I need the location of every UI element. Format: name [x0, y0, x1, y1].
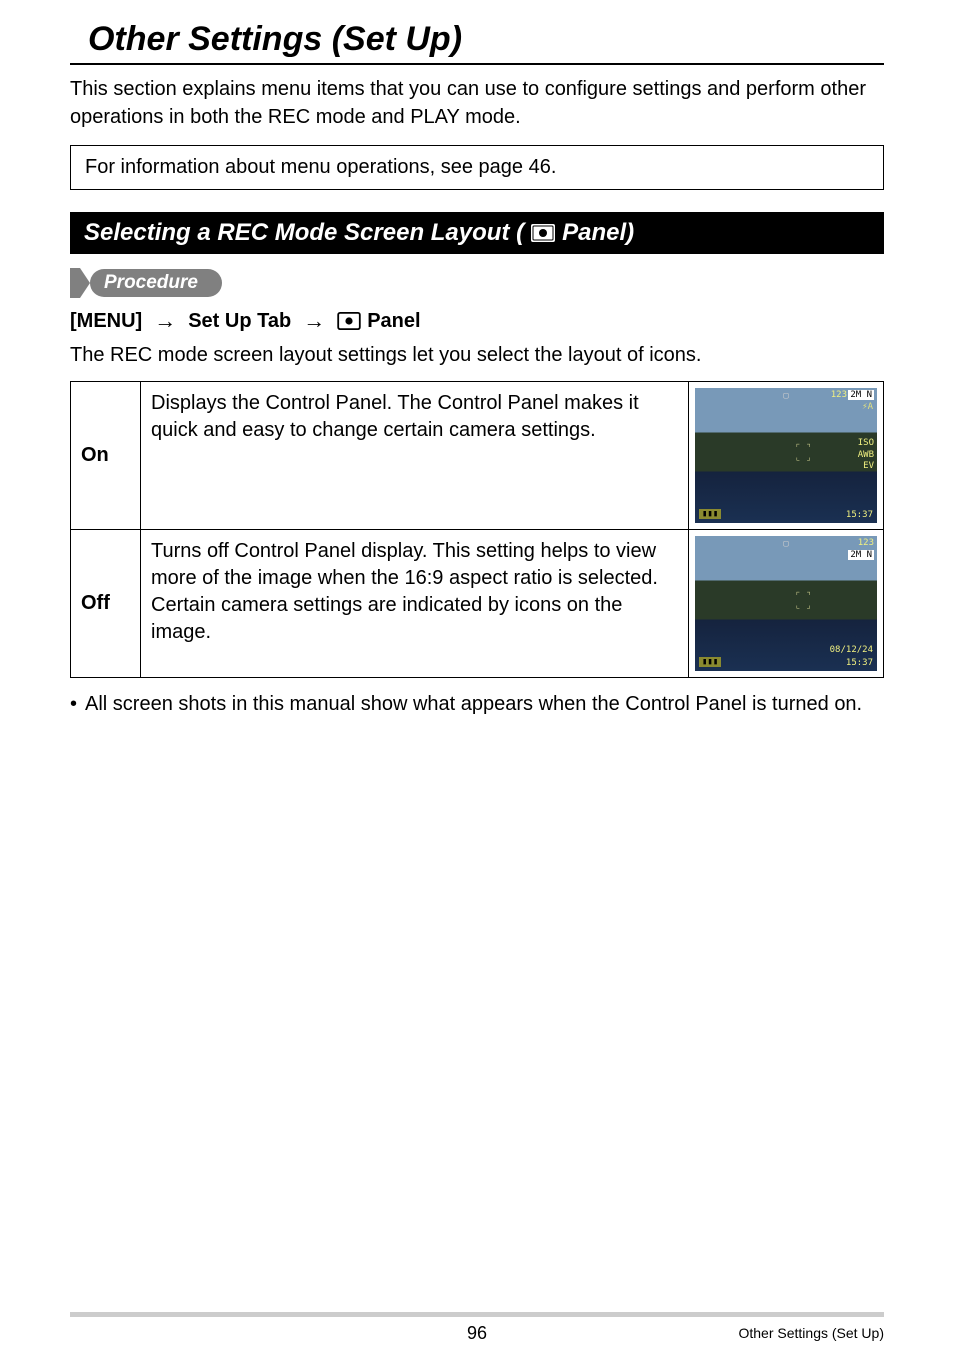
note-bullet: • All screen shots in this manual show w… [70, 690, 884, 718]
footer-chapter: Other Settings (Set Up) [738, 1325, 884, 1341]
intro-text: This section explains menu items that yo… [70, 75, 884, 131]
osd-date: 08/12/24 [830, 645, 873, 655]
procedure-path: [MENU] → Set Up Tab → Panel [70, 308, 884, 334]
procedure-label-wrap: Procedure [70, 268, 884, 298]
osd-iso: ISO [858, 438, 874, 450]
osd-count: 123 [831, 390, 847, 400]
info-box: For information about menu operations, s… [70, 145, 884, 190]
osd-badge: 2M N [848, 550, 874, 560]
screen-preview-on: ▢ 123 2M N ⚡A ⌜ ⌝⌞ ⌟ ISO AWB EV ▮▮▮ 15:3… [695, 388, 877, 523]
section-header-pre: Selecting a REC Mode Screen Layout ( [84, 219, 524, 247]
option-on-label: On [71, 382, 141, 530]
screen-preview-off: ▢ 123 2M N ⌜ ⌝⌞ ⌟ ▮▮▮ 08/12/24 15:37 [695, 536, 877, 671]
procedure-tab-icon [70, 268, 80, 298]
panel-token: Panel [367, 310, 420, 333]
osd-focus-brackets: ⌜ ⌝⌞ ⌟ [795, 591, 811, 611]
option-off-preview: ▢ 123 2M N ⌜ ⌝⌞ ⌟ ▮▮▮ 08/12/24 15:37 [689, 530, 884, 678]
osd-right-col: ISO AWB EV [858, 438, 874, 473]
layout-intro: The REC mode screen layout settings let … [70, 344, 884, 367]
footer: 96 Other Settings (Set Up) [70, 1312, 884, 1341]
panel-icon [337, 312, 361, 330]
osd-time: 15:37 [846, 510, 873, 520]
section-header: Selecting a REC Mode Screen Layout ( Pan… [70, 212, 884, 254]
osd-awb: AWB [858, 450, 874, 462]
menu-token: [MENU] [70, 310, 142, 333]
option-on-preview: ▢ 123 2M N ⚡A ⌜ ⌝⌞ ⌟ ISO AWB EV ▮▮▮ 15:3… [689, 382, 884, 530]
page-title: Other Settings (Set Up) [70, 20, 884, 65]
page-number: 96 [467, 1323, 487, 1344]
bullet-icon: • [70, 690, 77, 718]
osd-count: 123 [858, 538, 874, 548]
setup-token: Set Up Tab [188, 310, 291, 333]
table-row: Off Turns off Control Panel display. Thi… [71, 530, 884, 678]
osd-ev: EV [858, 461, 874, 473]
osd-flash: ⚡A [862, 402, 873, 412]
osd-battery: ▮▮▮ [699, 509, 721, 519]
option-on-desc: Displays the Control Panel. The Control … [141, 382, 689, 530]
osd-focus-icon: ▢ [783, 539, 788, 549]
osd-badge: 2M N [848, 390, 874, 400]
option-off-label: Off [71, 530, 141, 678]
osd-battery: ▮▮▮ [699, 657, 721, 667]
osd-focus-brackets: ⌜ ⌝⌞ ⌟ [795, 443, 811, 463]
procedure-label: Procedure [90, 269, 222, 297]
option-off-desc: Turns off Control Panel display. This se… [141, 530, 689, 678]
panel-icon [530, 223, 556, 243]
table-row: On Displays the Control Panel. The Contr… [71, 382, 884, 530]
arrow-icon: → [154, 308, 176, 334]
osd-focus-icon: ▢ [783, 391, 788, 401]
footer-divider [70, 1312, 884, 1317]
note-text: All screen shots in this manual show wha… [85, 690, 862, 718]
section-header-post: Panel) [562, 219, 634, 247]
osd-time: 15:37 [846, 658, 873, 668]
arrow-icon: → [303, 308, 325, 334]
options-table: On Displays the Control Panel. The Contr… [70, 381, 884, 678]
